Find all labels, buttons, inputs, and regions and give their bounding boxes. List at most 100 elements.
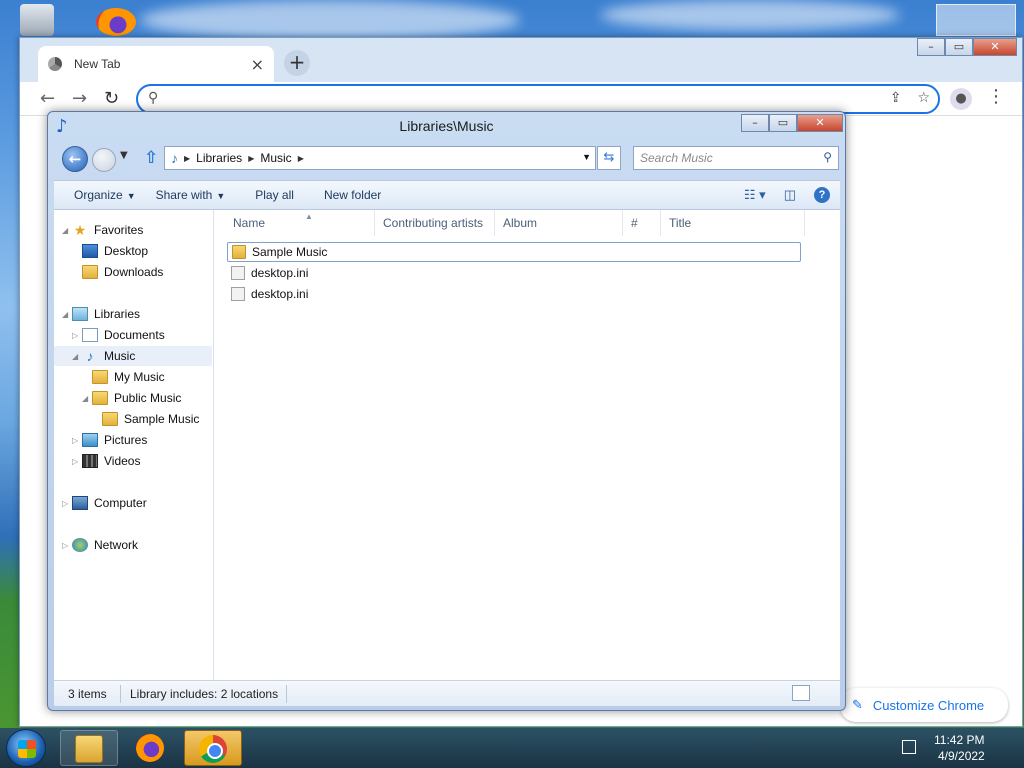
- expand-arrow-icon[interactable]: ▷: [62, 499, 72, 508]
- customize-chrome-button[interactable]: ✎ Customize Chrome: [840, 688, 1008, 722]
- column-header-album[interactable]: Album: [495, 210, 623, 236]
- tab-new-tab[interactable]: New Tab ×: [38, 46, 274, 82]
- network-status-icon[interactable]: [902, 740, 916, 754]
- clock-time[interactable]: 11:42 PM: [934, 733, 984, 747]
- column-header-number[interactable]: #: [623, 210, 661, 236]
- nav-item-music[interactable]: ◢ ♪ Music: [54, 346, 212, 366]
- command-bar: Organize ▼ Share with ▼ Play all New folde…: [54, 180, 840, 210]
- file-row[interactable]: desktop.ini: [227, 263, 308, 283]
- minimize-button[interactable]: –: [917, 38, 945, 56]
- reload-icon[interactable]: ↻: [104, 88, 119, 109]
- clock-date[interactable]: 4/9/2022: [938, 749, 985, 763]
- file-desktop-icon[interactable]: [936, 4, 1016, 36]
- explorer-maximize-button[interactable]: ▭: [769, 114, 797, 132]
- breadcrumb-separator-icon[interactable]: ▶: [298, 154, 304, 163]
- nav-label: Desktop: [104, 244, 149, 258]
- status-divider: [120, 685, 121, 703]
- nav-item-public-music[interactable]: ◢ Public Music: [82, 388, 181, 408]
- nav-item-desktop[interactable]: Desktop: [82, 241, 148, 261]
- pencil-icon: ✎: [852, 697, 863, 712]
- explorer-minimize-button[interactable]: –: [741, 114, 769, 132]
- forward-arrow-icon[interactable]: →: [72, 88, 87, 109]
- explorer-window-controls: – ▭ ✕: [741, 114, 843, 132]
- organize-menu[interactable]: Organize ▼: [74, 188, 136, 202]
- search-icon[interactable]: ⚲: [823, 150, 832, 164]
- firefox-desktop-icon[interactable]: [96, 8, 136, 36]
- expand-arrow-icon[interactable]: ▷: [62, 541, 72, 550]
- collapse-arrow-icon[interactable]: ◢: [82, 394, 92, 403]
- large-icons-view-icon[interactable]: [814, 685, 832, 701]
- column-header-contributing-artists[interactable]: Contributing artists: [375, 210, 495, 236]
- preview-pane-icon[interactable]: ◫: [784, 187, 796, 203]
- play-all-button[interactable]: Play all: [255, 188, 294, 202]
- expand-arrow-icon[interactable]: ▷: [72, 436, 82, 445]
- column-header-name[interactable]: Name ▲: [225, 210, 375, 236]
- music-note-icon: ♪: [171, 150, 178, 166]
- organize-label: Organize: [74, 188, 123, 202]
- help-icon[interactable]: ?: [814, 187, 830, 203]
- maximize-button[interactable]: ▭: [945, 38, 973, 56]
- close-button[interactable]: ✕: [973, 38, 1017, 56]
- share-with-menu[interactable]: Share with ▼: [156, 188, 226, 202]
- nav-label: Public Music: [114, 391, 182, 405]
- column-header-title[interactable]: Title: [661, 210, 805, 236]
- breadcrumb[interactable]: ♪ ▶ Libraries ▶ Music ▶ ▼: [164, 146, 596, 170]
- collapse-arrow-icon[interactable]: ◢: [62, 226, 72, 235]
- nav-item-libraries[interactable]: ◢ Libraries: [62, 304, 140, 324]
- file-row[interactable]: Sample Music: [227, 242, 801, 262]
- explorer-close-button[interactable]: ✕: [797, 114, 843, 132]
- forward-button[interactable]: [92, 148, 116, 172]
- nav-item-network[interactable]: ▷ Network: [62, 535, 138, 555]
- nav-item-sample-music[interactable]: Sample Music: [102, 409, 199, 429]
- start-button[interactable]: [6, 729, 46, 767]
- nav-item-my-music[interactable]: My Music: [92, 367, 165, 387]
- nav-label: Music: [104, 349, 136, 363]
- profile-avatar-icon[interactable]: ●: [950, 88, 972, 110]
- recent-pages-dropdown-icon[interactable]: ▼: [120, 150, 128, 161]
- taskbar-chrome[interactable]: [184, 730, 242, 766]
- firefox-icon: [136, 734, 164, 762]
- nav-item-computer[interactable]: ▷ Computer: [62, 493, 147, 513]
- collapse-arrow-icon[interactable]: ◢: [72, 352, 82, 361]
- breadcrumb-libraries[interactable]: Libraries: [196, 151, 242, 165]
- nav-item-favorites[interactable]: ◢ ★ Favorites: [62, 220, 143, 240]
- address-dropdown-icon[interactable]: ▼: [582, 152, 591, 162]
- nav-item-pictures[interactable]: ▷ Pictures: [72, 430, 147, 450]
- nav-label: Pictures: [104, 433, 148, 447]
- search-placeholder: Search Music: [640, 151, 713, 165]
- file-row[interactable]: desktop.ini: [227, 284, 308, 304]
- expand-arrow-icon[interactable]: ▷: [72, 331, 82, 340]
- new-tab-button[interactable]: +: [284, 50, 310, 76]
- nav-item-documents[interactable]: ▷ Documents: [72, 325, 165, 345]
- chrome-tab-strip: New Tab × + – ▭ ✕: [20, 38, 1022, 82]
- column-label: Contributing artists: [383, 216, 484, 230]
- window-title: Libraries\Music: [399, 118, 494, 134]
- recycle-bin-icon[interactable]: [20, 4, 54, 36]
- up-arrow-icon[interactable]: ⇧: [144, 148, 158, 168]
- breadcrumb-separator-icon[interactable]: ▶: [248, 154, 254, 163]
- nav-item-downloads[interactable]: Downloads: [82, 262, 163, 282]
- breadcrumb-music[interactable]: Music: [260, 151, 291, 165]
- bookmark-star-icon[interactable]: ☆: [917, 90, 930, 106]
- expand-arrow-icon[interactable]: ▷: [72, 457, 82, 466]
- details-view-icon[interactable]: [792, 685, 810, 701]
- taskbar-firefox[interactable]: [122, 730, 180, 766]
- folder-icon: [92, 370, 108, 384]
- refresh-button[interactable]: ⇆: [597, 146, 621, 170]
- address-bar[interactable]: ⚲ ⇪ ☆: [136, 84, 940, 114]
- nav-item-videos[interactable]: ▷ Videos: [72, 451, 140, 471]
- back-button[interactable]: ←: [62, 146, 88, 172]
- chrome-menu-icon[interactable]: ⋮: [987, 86, 1005, 107]
- share-icon[interactable]: ⇪: [890, 90, 902, 106]
- search-input[interactable]: Search Music ⚲: [633, 146, 839, 170]
- breadcrumb-separator-icon[interactable]: ▶: [184, 154, 190, 163]
- view-options-icon[interactable]: ☷ ▾: [744, 187, 766, 203]
- music-note-icon: ♪: [86, 348, 94, 364]
- collapse-arrow-icon[interactable]: ◢: [62, 310, 72, 319]
- taskbar: 11:42 PM 4/9/2022: [0, 728, 1024, 768]
- folder-icon: [102, 412, 118, 426]
- back-arrow-icon[interactable]: ←: [40, 88, 55, 109]
- new-folder-button[interactable]: New folder: [324, 188, 381, 202]
- tab-close-icon[interactable]: ×: [251, 55, 264, 74]
- taskbar-explorer[interactable]: [60, 730, 118, 766]
